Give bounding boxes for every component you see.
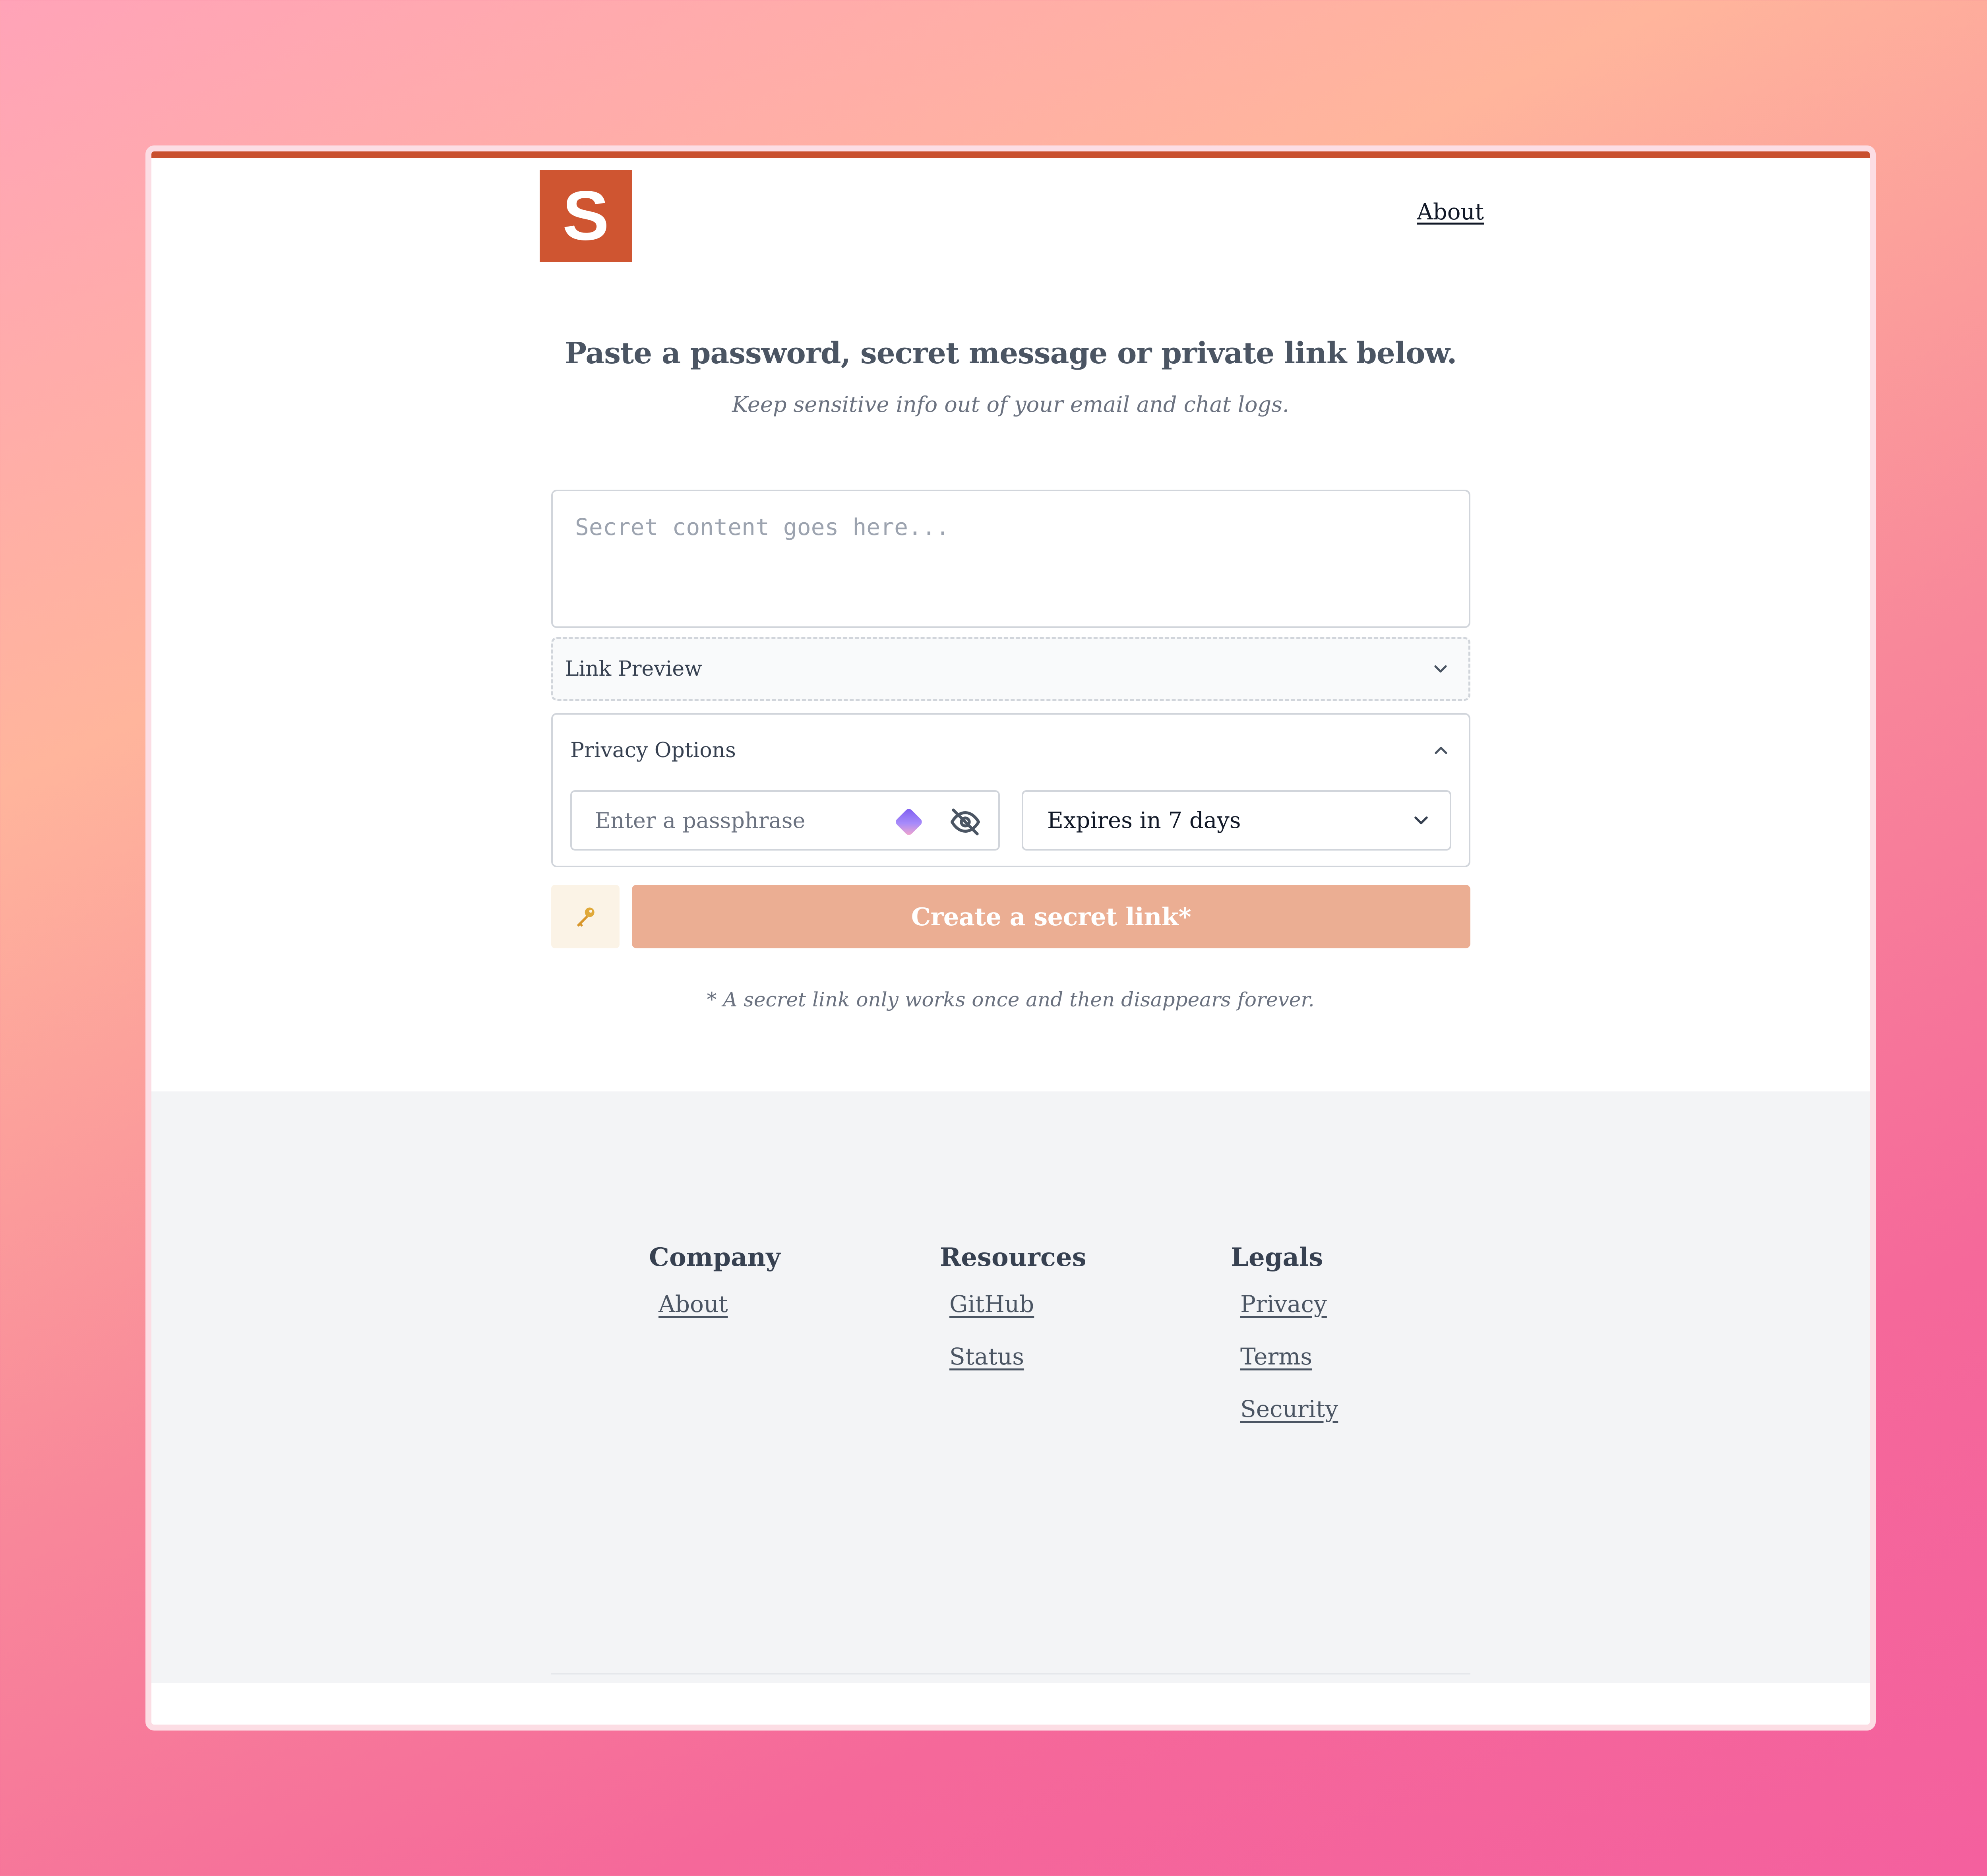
footer-heading-company: Company — [649, 1242, 781, 1272]
logo-letter: S — [562, 177, 609, 255]
link-preview-label: Link Preview — [565, 657, 702, 681]
expiry-value: Expires in 7 days — [1047, 807, 1241, 833]
link-preview-toggle[interactable]: Link Preview — [551, 637, 1470, 701]
footer-heading-legals: Legals — [1231, 1242, 1323, 1272]
footnote: * A secret link only works once and then… — [707, 988, 1315, 1011]
footer-link-status[interactable]: Status — [949, 1341, 1086, 1372]
footer-link-security[interactable]: Security — [1240, 1393, 1338, 1425]
page-title: Paste a password, secret message or priv… — [564, 336, 1457, 370]
footer-link-privacy[interactable]: Privacy — [1240, 1288, 1338, 1320]
chevron-down-icon — [1434, 665, 1447, 673]
expiry-select[interactable]: Expires in 7 days — [1022, 790, 1451, 851]
privacy-options-toggle[interactable]: Privacy Options — [570, 735, 1451, 766]
footer-column-resources: Resources GitHub Status — [940, 1242, 1086, 1372]
nav-about-link[interactable]: About — [1417, 199, 1484, 225]
passphrase-field[interactable] — [570, 790, 1000, 851]
chevron-up-icon — [1435, 746, 1447, 754]
footer-link-about[interactable]: About — [658, 1288, 780, 1320]
privacy-options-label: Privacy Options — [570, 738, 736, 762]
key-icon — [577, 907, 595, 927]
footer-column-company: Company About — [649, 1242, 780, 1320]
generate-key-button[interactable] — [551, 885, 620, 948]
chevron-down-icon — [1414, 816, 1428, 824]
footer-column-legals: Legals Privacy Terms Security — [1231, 1242, 1338, 1425]
browser-window: S About Paste a password, secret message… — [145, 145, 1876, 1731]
secret-content-input[interactable] — [575, 514, 1447, 604]
secret-content-box[interactable] — [551, 490, 1470, 628]
footer-link-terms[interactable]: Terms — [1240, 1341, 1338, 1372]
logo[interactable]: S — [540, 170, 632, 262]
page-subtitle: Keep sensitive info out of your email an… — [732, 392, 1289, 417]
brand-top-bar — [151, 151, 1870, 158]
eye-off-icon[interactable] — [949, 806, 981, 838]
window-bottom-strip — [151, 1683, 1870, 1725]
privacy-options-panel: Privacy Options Expires in 7 days — [551, 713, 1470, 867]
footer-link-github[interactable]: GitHub — [949, 1288, 1086, 1320]
footer-heading-resources: Resources — [940, 1242, 1086, 1272]
main-content: S About Paste a password, secret message… — [151, 151, 1870, 1091]
create-secret-link-button[interactable]: Create a secret link* — [632, 885, 1470, 948]
footer: Company About Resources GitHub Status Le… — [151, 1091, 1870, 1725]
footer-divider — [551, 1673, 1470, 1674]
passphrase-input[interactable] — [594, 807, 998, 833]
gem-icon[interactable] — [890, 803, 928, 841]
